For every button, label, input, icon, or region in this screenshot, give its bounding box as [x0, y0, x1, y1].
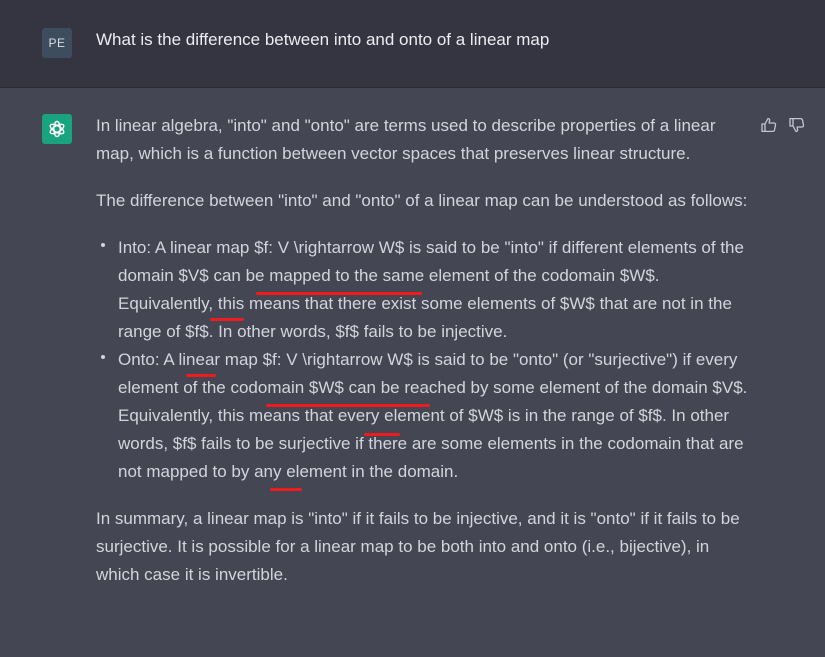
intro-paragraph: In linear algebra, "into" and "onto" are…	[96, 116, 716, 163]
openai-logo-icon	[49, 120, 65, 138]
annotation-underline	[270, 488, 302, 491]
annotation-underline	[256, 292, 422, 295]
list-item-onto: Onto: A linear map $f: V \rightarrow W$ …	[96, 346, 756, 486]
user-avatar: PE	[42, 28, 72, 58]
assistant-message-content: In linear algebra, "into" and "onto" are…	[96, 112, 756, 589]
definition-list: Into: A linear map $f: V \rightarrow W$ …	[96, 234, 756, 486]
annotation-underline	[186, 374, 216, 377]
assistant-message-row: In linear algebra, "into" and "onto" are…	[0, 88, 825, 657]
thumbs-down-icon[interactable]	[788, 116, 806, 134]
assistant-avatar	[42, 114, 72, 144]
annotation-underline	[266, 404, 430, 407]
lead-paragraph: The difference between "into" and "onto"…	[96, 191, 748, 210]
annotation-underline	[364, 433, 400, 436]
list-item-into: Into: A linear map $f: V \rightarrow W$ …	[96, 234, 756, 346]
annotation-underline	[210, 318, 244, 321]
user-message-text: What is the difference between into and …	[96, 30, 550, 49]
user-message-row: PE What is the difference between into a…	[0, 0, 825, 88]
thumbs-up-icon[interactable]	[760, 116, 778, 134]
summary-paragraph: In summary, a linear map is "into" if it…	[96, 509, 740, 584]
